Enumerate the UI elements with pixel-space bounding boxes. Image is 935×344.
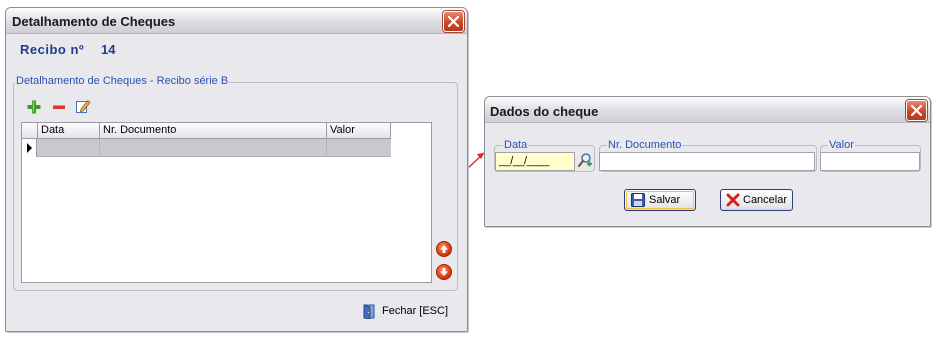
- column-header-data[interactable]: Data: [37, 123, 99, 139]
- valor-label: Valor: [828, 139, 855, 151]
- title-bar: Detalhamento de Cheques: [6, 8, 467, 34]
- valor-input[interactable]: [820, 152, 920, 171]
- red-x-icon: [726, 193, 740, 207]
- grid-corner: [22, 123, 37, 139]
- arrow-down-icon: [440, 268, 448, 276]
- nr-documento-label: Nr. Documento: [607, 139, 683, 151]
- window-title: Detalhamento de Cheques: [12, 14, 176, 29]
- cancelar-button[interactable]: Cancelar: [720, 189, 793, 211]
- cell-separator: [99, 139, 100, 157]
- row-indicator: [22, 139, 37, 157]
- edit-button[interactable]: [75, 98, 91, 114]
- close-icon: [911, 105, 922, 116]
- move-down-button[interactable]: [436, 264, 452, 280]
- arrow-up-icon: [440, 245, 448, 253]
- dialog-title-bar: Dados do cheque: [485, 97, 930, 123]
- column-header-nr-documento[interactable]: Nr. Documento: [99, 123, 326, 139]
- dados-cheque-dialog: Dados do cheque Data __/__/____ Nr. Docu…: [484, 96, 931, 227]
- add-button[interactable]: [26, 99, 42, 115]
- move-up-button[interactable]: [436, 241, 452, 257]
- cell-separator: [326, 139, 327, 157]
- remove-button[interactable]: [51, 99, 67, 115]
- current-row-arrow-icon: [27, 143, 32, 153]
- close-window-button[interactable]: [443, 11, 464, 32]
- recibo-number: 14: [101, 42, 116, 57]
- door-exit-icon: [363, 304, 375, 319]
- salvar-button[interactable]: Salvar: [624, 189, 696, 211]
- column-header-valor[interactable]: Valor: [326, 123, 391, 139]
- cheque-detail-window: Detalhamento de Cheques Recibo nº 14 Det…: [5, 7, 468, 332]
- nr-documento-input[interactable]: [599, 152, 815, 171]
- fechar-label: Fechar [ESC]: [382, 305, 449, 317]
- magnifier-icon: [577, 153, 592, 168]
- minus-icon: [53, 105, 65, 109]
- dialog-close-button[interactable]: [906, 100, 927, 121]
- data-field[interactable]: __/__/____: [495, 152, 575, 171]
- cancelar-label: Cancelar: [743, 194, 788, 206]
- grid-header: Data Nr. Documento Valor: [22, 123, 391, 139]
- cheques-grid[interactable]: Data Nr. Documento Valor: [21, 122, 432, 283]
- plus-icon: [27, 100, 41, 114]
- group-title: Detalhamento de Cheques - Recibo série B: [15, 75, 230, 87]
- data-label: Data: [503, 139, 529, 151]
- dialog-title: Dados do cheque: [490, 104, 599, 119]
- table-row[interactable]: [22, 139, 391, 157]
- edit-icon: [76, 99, 91, 113]
- recibo-label: Recibo nº: [20, 42, 85, 57]
- date-lookup-button[interactable]: [577, 152, 593, 170]
- salvar-label: Salvar: [649, 194, 681, 206]
- floppy-disk-icon: [631, 193, 645, 207]
- close-icon: [448, 16, 459, 27]
